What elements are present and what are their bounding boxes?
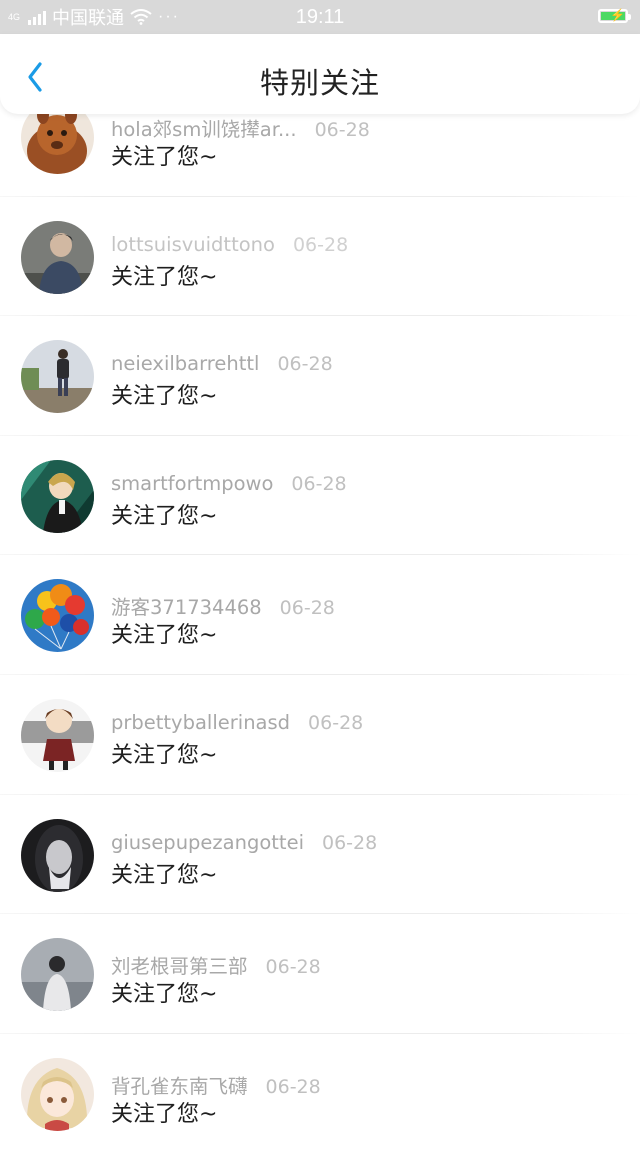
list-item[interactable]: 刘老根哥第三部 06-28 关注了您~ (0, 914, 640, 1034)
message-text: 关注了您~ (111, 982, 218, 1008)
item-header: giusepupezangottei 06-28 (111, 831, 377, 854)
charging-icon: ⚡ (610, 8, 625, 22)
item-header: 背孔雀东南飞礴 06-28 (111, 1070, 321, 1099)
date-label: 06-28 (265, 956, 321, 979)
date-label: 06-28 (279, 597, 335, 620)
nav-header: 特别关注 (0, 34, 640, 114)
boy-avatar[interactable] (21, 938, 94, 1012)
status-bar: 4G 中国联通 ··· 19:11 ⚡ (0, 0, 640, 34)
date-label: 06-28 (321, 831, 378, 854)
date-label: 06-28 (314, 119, 370, 141)
username[interactable]: neiexilbarrehttl (111, 352, 259, 375)
list-item[interactable]: 游客371734468 06-28 关注了您~ (0, 555, 640, 675)
username[interactable]: smartfortmpowo (111, 472, 273, 495)
username[interactable]: giusepupezangottei (111, 831, 304, 854)
list-item[interactable]: neiexilbarrehttl 06-28 关注了您~ (0, 316, 640, 436)
username[interactable]: 游客371734468 (111, 591, 262, 620)
item-header: hola郊sm训饶撵ar... 06-28 (111, 113, 370, 142)
message-text: 关注了您~ (111, 742, 218, 768)
date-label: 06-28 (308, 711, 364, 734)
list-item[interactable]: 背孔雀东南飞礴 06-28 关注了您~ (0, 1034, 640, 1153)
item-header: lottsuisvuidttono 06-28 (111, 233, 348, 256)
anime-girl-avatar[interactable] (21, 1057, 94, 1131)
list-item[interactable]: lottsuisvuidttono 06-28 关注了您~ (0, 197, 640, 317)
item-header: 刘老根哥第三部 06-28 (111, 950, 321, 979)
message-text: 关注了您~ (111, 503, 218, 529)
status-time: 19:11 (295, 6, 345, 28)
chibi-avatar[interactable] (21, 698, 94, 772)
item-header: neiexilbarrehttl 06-28 (111, 352, 333, 375)
item-header: smartfortmpowo 06-28 (111, 472, 347, 495)
date-label: 06-28 (277, 353, 333, 376)
person-avatar[interactable] (21, 220, 94, 294)
anime-avatar[interactable] (21, 459, 94, 533)
item-header: prbettyballerinasd 06-28 (111, 711, 363, 734)
list-item[interactable]: smartfortmpowo 06-28 关注了您~ (0, 436, 640, 556)
date-label: 06-28 (291, 472, 347, 495)
date-label: 06-28 (292, 233, 349, 256)
follower-list: hola郊sm训饶撵ar... 06-28 关注了您~ lottsuisvuid… (0, 77, 640, 1153)
page-title: 特别关注 (259, 66, 380, 100)
username[interactable]: prbettyballerinasd (111, 711, 290, 734)
username[interactable]: 背孔雀东南飞礴 (111, 1070, 248, 1099)
message-text: 关注了您~ (111, 862, 218, 888)
message-text: 关注了您~ (111, 1101, 218, 1127)
message-text: 关注了您~ (111, 264, 218, 290)
list-item[interactable]: prbettyballerinasd 06-28 关注了您~ (0, 675, 640, 795)
date-label: 06-28 (265, 1075, 321, 1098)
battery-icon: ⚡ (598, 8, 631, 23)
username[interactable]: hola郊sm训饶撵ar... (111, 113, 297, 142)
item-header: 游客371734468 06-28 (111, 591, 335, 620)
backpacker-avatar[interactable] (21, 340, 94, 414)
message-text: 关注了您~ (111, 145, 218, 170)
list-item[interactable]: giusepupezangottei 06-28 关注了您~ (0, 795, 640, 915)
username[interactable]: 刘老根哥第三部 (111, 950, 248, 979)
username[interactable]: lottsuisvuidttono (111, 233, 275, 256)
message-text: 关注了您~ (111, 384, 218, 410)
hooded-avatar[interactable] (21, 818, 94, 892)
balloons-avatar[interactable] (21, 579, 94, 653)
message-text: 关注了您~ (111, 623, 218, 649)
